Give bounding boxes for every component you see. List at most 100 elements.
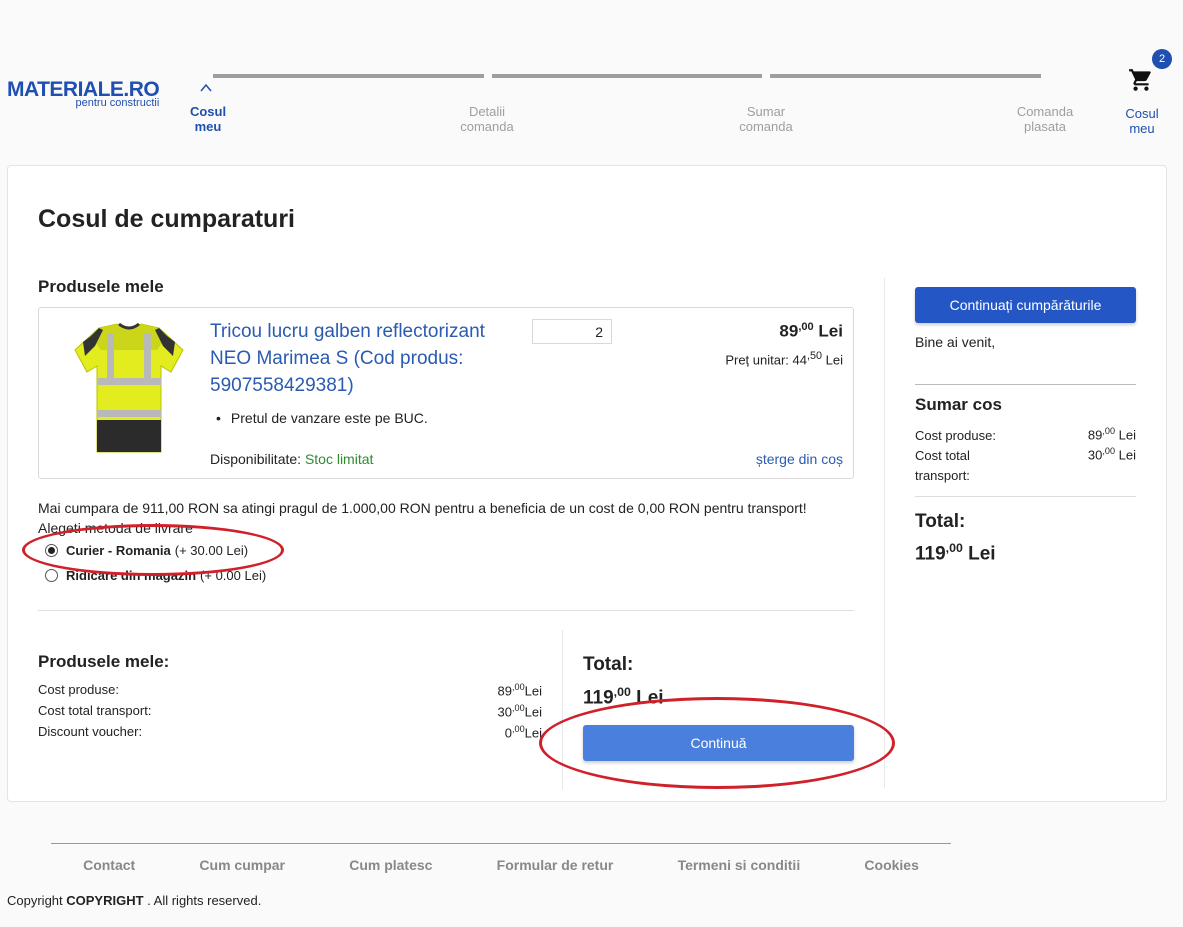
product-price: 89,00 Lei bbox=[779, 321, 843, 342]
page-title: Cosul de cumparaturi bbox=[38, 205, 295, 233]
remove-from-cart-link[interactable]: șterge din coș bbox=[756, 451, 843, 467]
sidebar-value-int: 89 bbox=[1087, 427, 1103, 443]
price-int: 89 bbox=[779, 321, 799, 341]
delivery-option-extra: (+ 0.00 Lei) bbox=[200, 568, 267, 583]
availability-label: Disponibilitate: bbox=[210, 451, 305, 467]
sidebar-value-int: 30 bbox=[1087, 447, 1103, 463]
step-line2: plasata bbox=[1024, 119, 1066, 134]
sidebar-value-dec: ,00 bbox=[1102, 426, 1116, 436]
delivery-method-label: Alegeti metoda de livrare bbox=[38, 520, 193, 536]
divider bbox=[562, 630, 563, 790]
footer-link-cum-cumpar[interactable]: Cum cumpar bbox=[199, 857, 285, 873]
summary-value-cur: Lei bbox=[524, 725, 542, 741]
quantity-input[interactable] bbox=[532, 319, 612, 344]
copyright-suffix: . All rights reserved. bbox=[143, 893, 262, 908]
cart-icon[interactable] bbox=[1128, 67, 1154, 93]
sidebar-value-dec: ,00 bbox=[1102, 446, 1116, 456]
total-value: 119,00 Lei bbox=[583, 685, 664, 709]
summary-value-cur: Lei bbox=[524, 704, 542, 720]
price-currency: Lei bbox=[813, 321, 843, 341]
site-logo[interactable]: MATERIALE.RO pentru constructii bbox=[7, 79, 160, 109]
product-name-link[interactable]: Tricou lucru galben reflectorizant NEO M… bbox=[210, 318, 510, 399]
step-line2: comanda bbox=[460, 119, 514, 134]
copyright-prefix: Copyright bbox=[7, 893, 67, 908]
section-title: Produsele mele bbox=[38, 277, 164, 296]
divider bbox=[38, 610, 854, 611]
step-line2: meu bbox=[194, 119, 222, 134]
summary-value-cur: Lei bbox=[524, 683, 542, 699]
sidebar-row-label: Cost produse: bbox=[915, 428, 996, 443]
sidebar-summary-title: Sumar cos bbox=[915, 395, 1002, 414]
summary-row-label: Cost total transport: bbox=[38, 703, 152, 718]
footer-links: Contact Cum cumpar Cum platesc Formular … bbox=[51, 857, 951, 873]
sidebar-total-int: 119 bbox=[915, 543, 946, 565]
progress-bar-3 bbox=[770, 74, 1041, 78]
step-cosul-meu[interactable]: Cosul meu bbox=[163, 104, 253, 134]
footer-link-cum-platesc[interactable]: Cum platesc bbox=[349, 857, 432, 873]
unit-price-label: Preț unitar: 44 bbox=[725, 352, 807, 368]
divider bbox=[915, 496, 1136, 497]
summary-row-value: 30,00Lei bbox=[498, 703, 542, 719]
delivery-option-extra: (+ 30.00 Lei) bbox=[174, 543, 249, 558]
sidebar-row-transport: Cost total transport: 30,00 Lei bbox=[915, 446, 1136, 486]
radio-icon[interactable] bbox=[45, 544, 58, 557]
progress-bar-1 bbox=[213, 74, 484, 78]
summary-row-products: Cost produse: 89,00Lei bbox=[38, 682, 542, 698]
delivery-option-name: Curier - Romania bbox=[66, 543, 171, 558]
divider bbox=[915, 384, 1136, 385]
summary-value-int: 0 bbox=[504, 725, 512, 741]
summary-value-int: 89 bbox=[497, 683, 512, 699]
unit-price: Preț unitar: 44,50 Lei bbox=[725, 350, 843, 367]
footer-link-contact[interactable]: Contact bbox=[83, 857, 135, 873]
summary-row-transport: Cost total transport: 30,00Lei bbox=[38, 703, 542, 719]
sidebar-total-value: 119,00 Lei bbox=[915, 541, 996, 565]
step-line1: Comanda bbox=[1016, 104, 1074, 119]
total-int: 119 bbox=[583, 687, 614, 709]
sidebar-row-label: Cost total transport: bbox=[915, 448, 970, 483]
summary-title: Produsele mele: bbox=[38, 652, 170, 671]
step-detalii-comanda: Detalii comanda bbox=[442, 104, 532, 134]
step-line1: Cosul bbox=[189, 104, 227, 119]
unit-price-dec: ,50 bbox=[806, 350, 823, 362]
step-line1: Sumar bbox=[746, 104, 786, 119]
progress-bar-2 bbox=[492, 74, 762, 78]
total-cur: Lei bbox=[630, 687, 664, 709]
cart-count-badge: 2 bbox=[1152, 49, 1172, 69]
product-item: Tricou lucru galben reflectorizant NEO M… bbox=[38, 307, 854, 479]
footer-link-formular-retur[interactable]: Formular de retur bbox=[497, 857, 614, 873]
product-note: Pretul de vanzare este pe BUC. bbox=[216, 410, 428, 426]
sidebar-total-cur: Lei bbox=[962, 543, 996, 565]
cart-label[interactable]: Cosul meu bbox=[1120, 106, 1164, 136]
divider bbox=[884, 278, 885, 788]
product-image[interactable] bbox=[69, 320, 189, 460]
summary-row-value: 0,00Lei bbox=[505, 724, 542, 740]
sidebar-total-dec: ,00 bbox=[945, 541, 963, 555]
footer-link-cookies[interactable]: Cookies bbox=[864, 857, 918, 873]
delivery-option-pickup[interactable]: Ridicare din magazin (+ 0.00 Lei) bbox=[45, 568, 266, 583]
summary-value-dec: ,00 bbox=[511, 682, 525, 692]
availability: Disponibilitate: Stoc limitat bbox=[210, 451, 373, 467]
continue-shopping-button[interactable]: Continuați cumpărăturile bbox=[915, 287, 1136, 323]
cart-label-line2: meu bbox=[1129, 121, 1155, 136]
footer-link-termeni[interactable]: Termeni si conditii bbox=[678, 857, 801, 873]
cart-label-line1: Cosul bbox=[1125, 106, 1159, 121]
radio-icon[interactable] bbox=[45, 569, 58, 582]
step-line2: comanda bbox=[739, 119, 793, 134]
continue-button[interactable]: Continuă bbox=[583, 725, 854, 761]
delivery-option-name: Ridicare din magazin bbox=[66, 568, 197, 583]
summary-value-dec: ,00 bbox=[511, 703, 525, 713]
footer-divider bbox=[51, 843, 951, 844]
total-label: Total: bbox=[583, 654, 634, 675]
step-comanda-plasata: Comanda plasata bbox=[1000, 104, 1090, 134]
summary-row-voucher: Discount voucher: 0,00Lei bbox=[38, 724, 542, 740]
price-dec: ,00 bbox=[798, 321, 814, 333]
summary-row-value: 89,00Lei bbox=[498, 682, 542, 698]
summary-row-label: Cost produse: bbox=[38, 682, 119, 697]
summary-row-label: Discount voucher: bbox=[38, 724, 143, 739]
sidebar-row-products: Cost produse: 89,00 Lei bbox=[915, 426, 1136, 446]
availability-status: Stoc limitat bbox=[304, 451, 374, 467]
sidebar-total-label: Total: bbox=[915, 511, 966, 532]
delivery-option-courier[interactable]: Curier - Romania (+ 30.00 Lei) bbox=[45, 543, 248, 558]
welcome-text: Bine ai venit, bbox=[915, 334, 996, 350]
summary-value-int: 30 bbox=[497, 704, 512, 720]
